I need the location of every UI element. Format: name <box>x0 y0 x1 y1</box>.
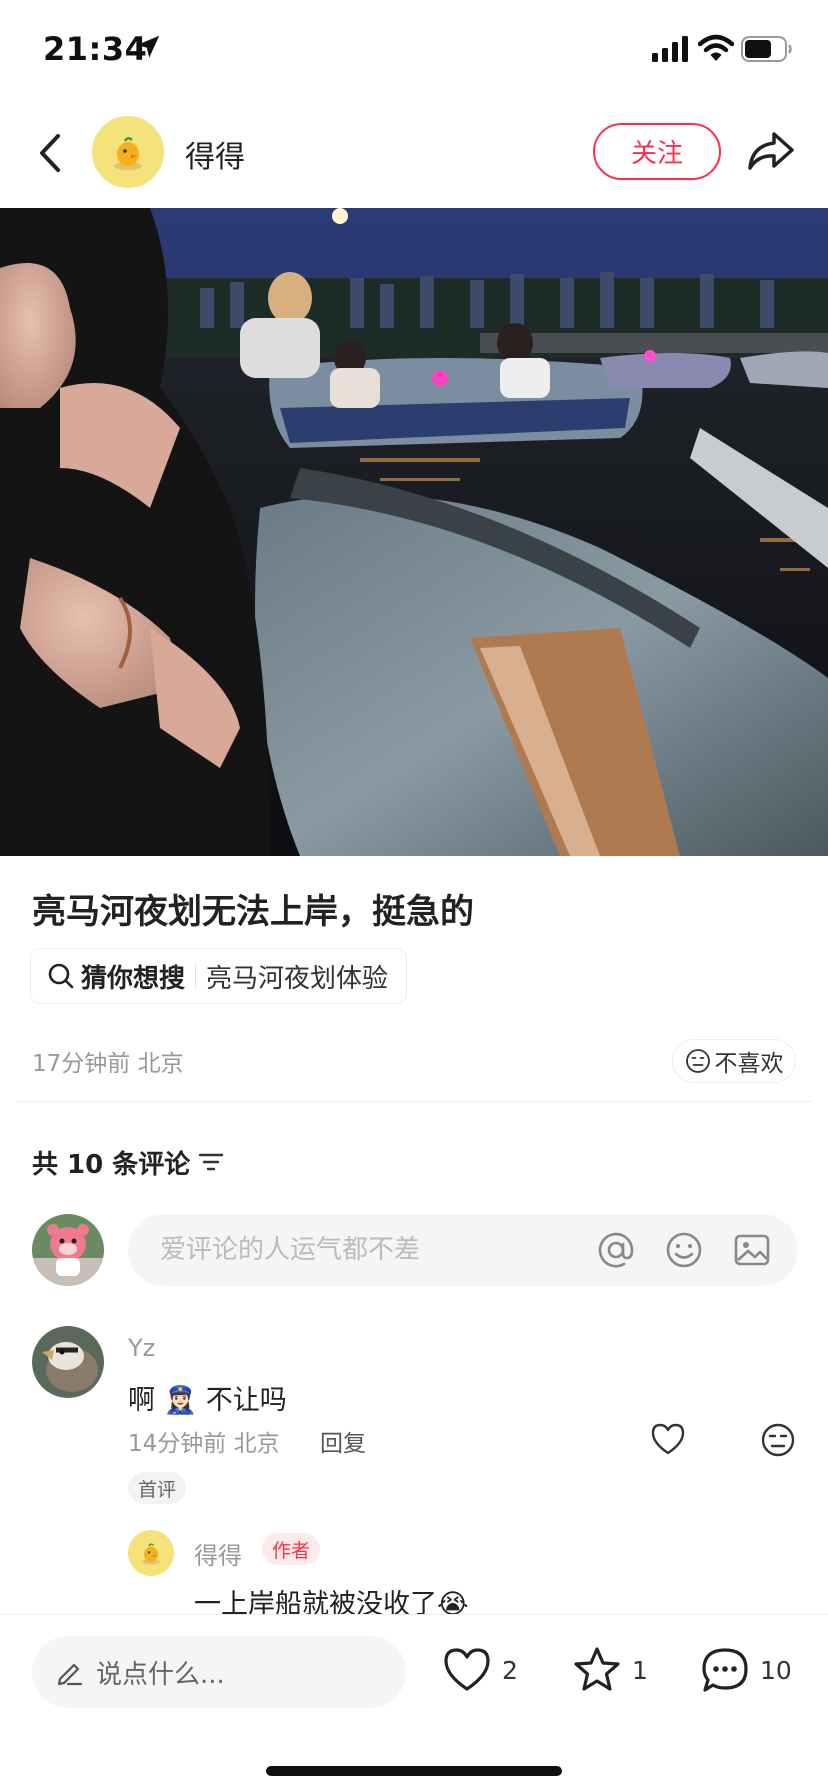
comment-meta: 14分钟前 北京 <box>128 1431 280 1457</box>
post-photo[interactable] <box>0 208 828 856</box>
comments-count: 共 10 条评论 <box>32 1150 191 1180</box>
comment-text: 啊 👮🏻‍♀️ 不让吗 <box>128 1385 287 1416</box>
first-comment-badge: 首评 <box>128 1472 187 1504</box>
post-meta: 17分钟前 北京 <box>32 1051 184 1077</box>
dislike-button[interactable]: 不喜欢 <box>672 1039 796 1083</box>
commenter-avatar[interactable] <box>32 1326 104 1398</box>
at-mention-icon[interactable] <box>596 1230 636 1270</box>
author-avatar[interactable] <box>92 116 164 188</box>
heart-icon <box>444 1648 490 1691</box>
comment-button[interactable]: 10 <box>700 1645 792 1695</box>
status-bar: 21:34 <box>0 0 828 100</box>
emoji-icon[interactable] <box>664 1230 704 1270</box>
follow-button[interactable]: 关注 <box>593 123 721 180</box>
like-count: 2 <box>502 1655 518 1685</box>
author-name[interactable]: 得得 <box>185 132 245 176</box>
share-icon[interactable] <box>746 128 796 174</box>
collect-button[interactable]: 1 <box>572 1645 648 1695</box>
status-time: 21:34 <box>43 30 148 68</box>
search-chip-label: 猜你想搜 <box>81 963 186 994</box>
star-icon <box>574 1647 620 1691</box>
chip-divider <box>195 963 197 989</box>
sort-filter-icon[interactable] <box>198 1150 224 1174</box>
duck-avatar-icon <box>114 137 142 170</box>
back-arrow-icon[interactable] <box>30 128 70 178</box>
image-icon[interactable] <box>732 1230 772 1270</box>
bird-avatar-icon <box>32 1326 104 1398</box>
dislike-label: 不喜欢 <box>714 1051 784 1077</box>
pink-toy-avatar-icon <box>32 1214 104 1286</box>
my-avatar[interactable] <box>32 1214 104 1286</box>
reply-button[interactable]: 回复 <box>320 1424 366 1458</box>
commenter-name[interactable]: Yz <box>128 1334 155 1362</box>
post-header: 得得 关注 <box>0 100 828 208</box>
comment-bubble-icon <box>702 1648 748 1692</box>
pencil-icon <box>57 1663 83 1686</box>
search-chip-query: 亮马河夜划体验 <box>206 963 389 994</box>
battery-icon <box>741 36 792 62</box>
comment-like-heart-icon[interactable] <box>650 1422 686 1456</box>
wifi-icon <box>698 34 734 61</box>
night-boat-photo <box>0 208 828 856</box>
post-title: 亮马河夜划无法上岸，挺急的 <box>32 892 474 932</box>
location-arrow-icon <box>136 35 160 58</box>
bottom-action-bar: 说点什么... 2 1 10 <box>0 1614 828 1792</box>
divider <box>16 1101 812 1102</box>
suggested-search-chip[interactable]: 猜你想搜 亮马河夜划体验 <box>30 948 408 1004</box>
collect-count: 1 <box>632 1655 648 1685</box>
home-indicator[interactable] <box>266 1766 562 1776</box>
search-icon <box>48 963 74 989</box>
like-button[interactable]: 2 <box>442 1645 518 1695</box>
say-something-input[interactable]: 说点什么... <box>32 1636 406 1708</box>
reply-author-avatar[interactable] <box>128 1530 174 1576</box>
say-something-placeholder: 说点什么... <box>96 1659 225 1690</box>
comment-count: 10 <box>760 1655 792 1685</box>
duck-avatar-icon <box>142 1543 160 1565</box>
cellular-signal-icon <box>652 36 688 62</box>
comment-dislike-icon[interactable] <box>760 1422 796 1458</box>
meh-face-icon <box>685 1049 710 1073</box>
author-badge: 作者 <box>262 1533 321 1565</box>
reply-author-name[interactable]: 得得 <box>194 1536 242 1571</box>
